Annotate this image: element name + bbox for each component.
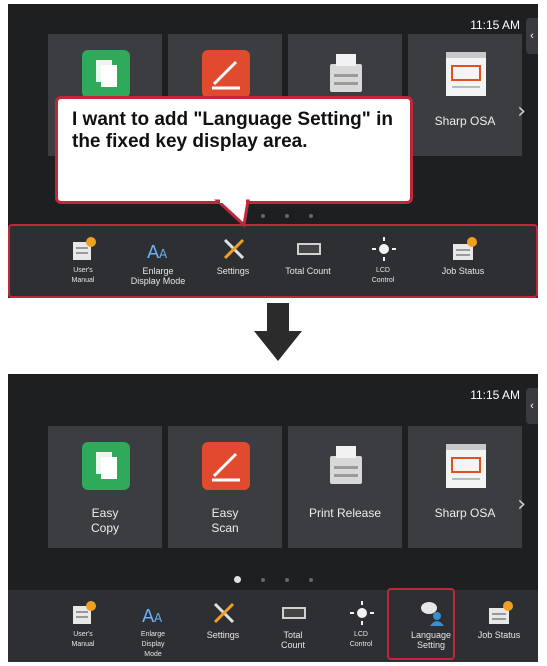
tile-label: Sharp OSA [434, 506, 496, 520]
tile-sharp-osa[interactable]: Sharp OSA [408, 426, 522, 548]
tile-label: Easy Copy [90, 506, 119, 535]
tile-label: Easy Scan [211, 506, 239, 535]
next-page-arrow[interactable]: › [517, 492, 526, 517]
key-label: Enlarge Display Mode [140, 631, 166, 658]
key-label: LCD Control [349, 631, 373, 648]
clock: 11:15 AM [470, 388, 520, 402]
key-label: Job Status [477, 630, 521, 640]
home-screen-after: 11:15 AM ‹ Easy Copy Easy Scan Print Rel… [8, 374, 538, 662]
easy-copy-icon [82, 50, 130, 98]
job-status-icon [489, 601, 513, 624]
tile-easy-copy[interactable]: Easy Copy [48, 426, 162, 548]
sharp-osa-icon [446, 52, 486, 96]
easy-copy-icon [82, 442, 130, 490]
clock: 11:15 AM [470, 18, 520, 32]
page-dot [284, 213, 289, 218]
svg-text:A: A [154, 611, 163, 625]
settings-icon [213, 602, 235, 624]
fixed-key-display-area: User's Manual A A Enlarge Display Mode S… [8, 590, 538, 662]
page-dot [260, 577, 265, 582]
enlarge-display-icon: A A [142, 606, 163, 626]
side-panel-tab[interactable]: ‹ [526, 388, 538, 424]
side-panel-tab[interactable]: ‹ [526, 18, 538, 54]
tile-label: Print Release [308, 506, 382, 520]
key-label: Settings [206, 630, 240, 640]
print-release-icon [330, 446, 362, 484]
print-release-icon [330, 54, 362, 92]
page-dot [233, 576, 241, 584]
tile-print-release[interactable]: Print Release [288, 426, 402, 548]
easy-scan-icon [202, 442, 250, 490]
key-label: Total Count [280, 630, 306, 650]
page-dot [308, 577, 313, 582]
down-arrow-icon [254, 303, 302, 361]
page-dot [284, 577, 289, 582]
users-manual-icon [73, 601, 96, 624]
easy-scan-icon [202, 50, 250, 98]
fixed-key-area-highlight [8, 224, 538, 298]
page-dot [308, 213, 313, 218]
next-page-arrow[interactable]: › [517, 99, 526, 124]
total-count-icon [282, 607, 306, 619]
page-indicator [8, 207, 538, 225]
key-label: User's Manual [71, 631, 95, 648]
tile-sharp-osa[interactable]: Sharp OSA [408, 34, 522, 156]
lcd-control-icon [350, 601, 374, 625]
instruction-callout: I want to add "Language Setting" in the … [55, 96, 413, 204]
tile-easy-scan[interactable]: Easy Scan [168, 426, 282, 548]
tile-label: Sharp OSA [434, 114, 496, 128]
page-indicator [8, 571, 538, 589]
language-setting-highlight [387, 588, 455, 660]
sharp-osa-icon [446, 444, 486, 488]
